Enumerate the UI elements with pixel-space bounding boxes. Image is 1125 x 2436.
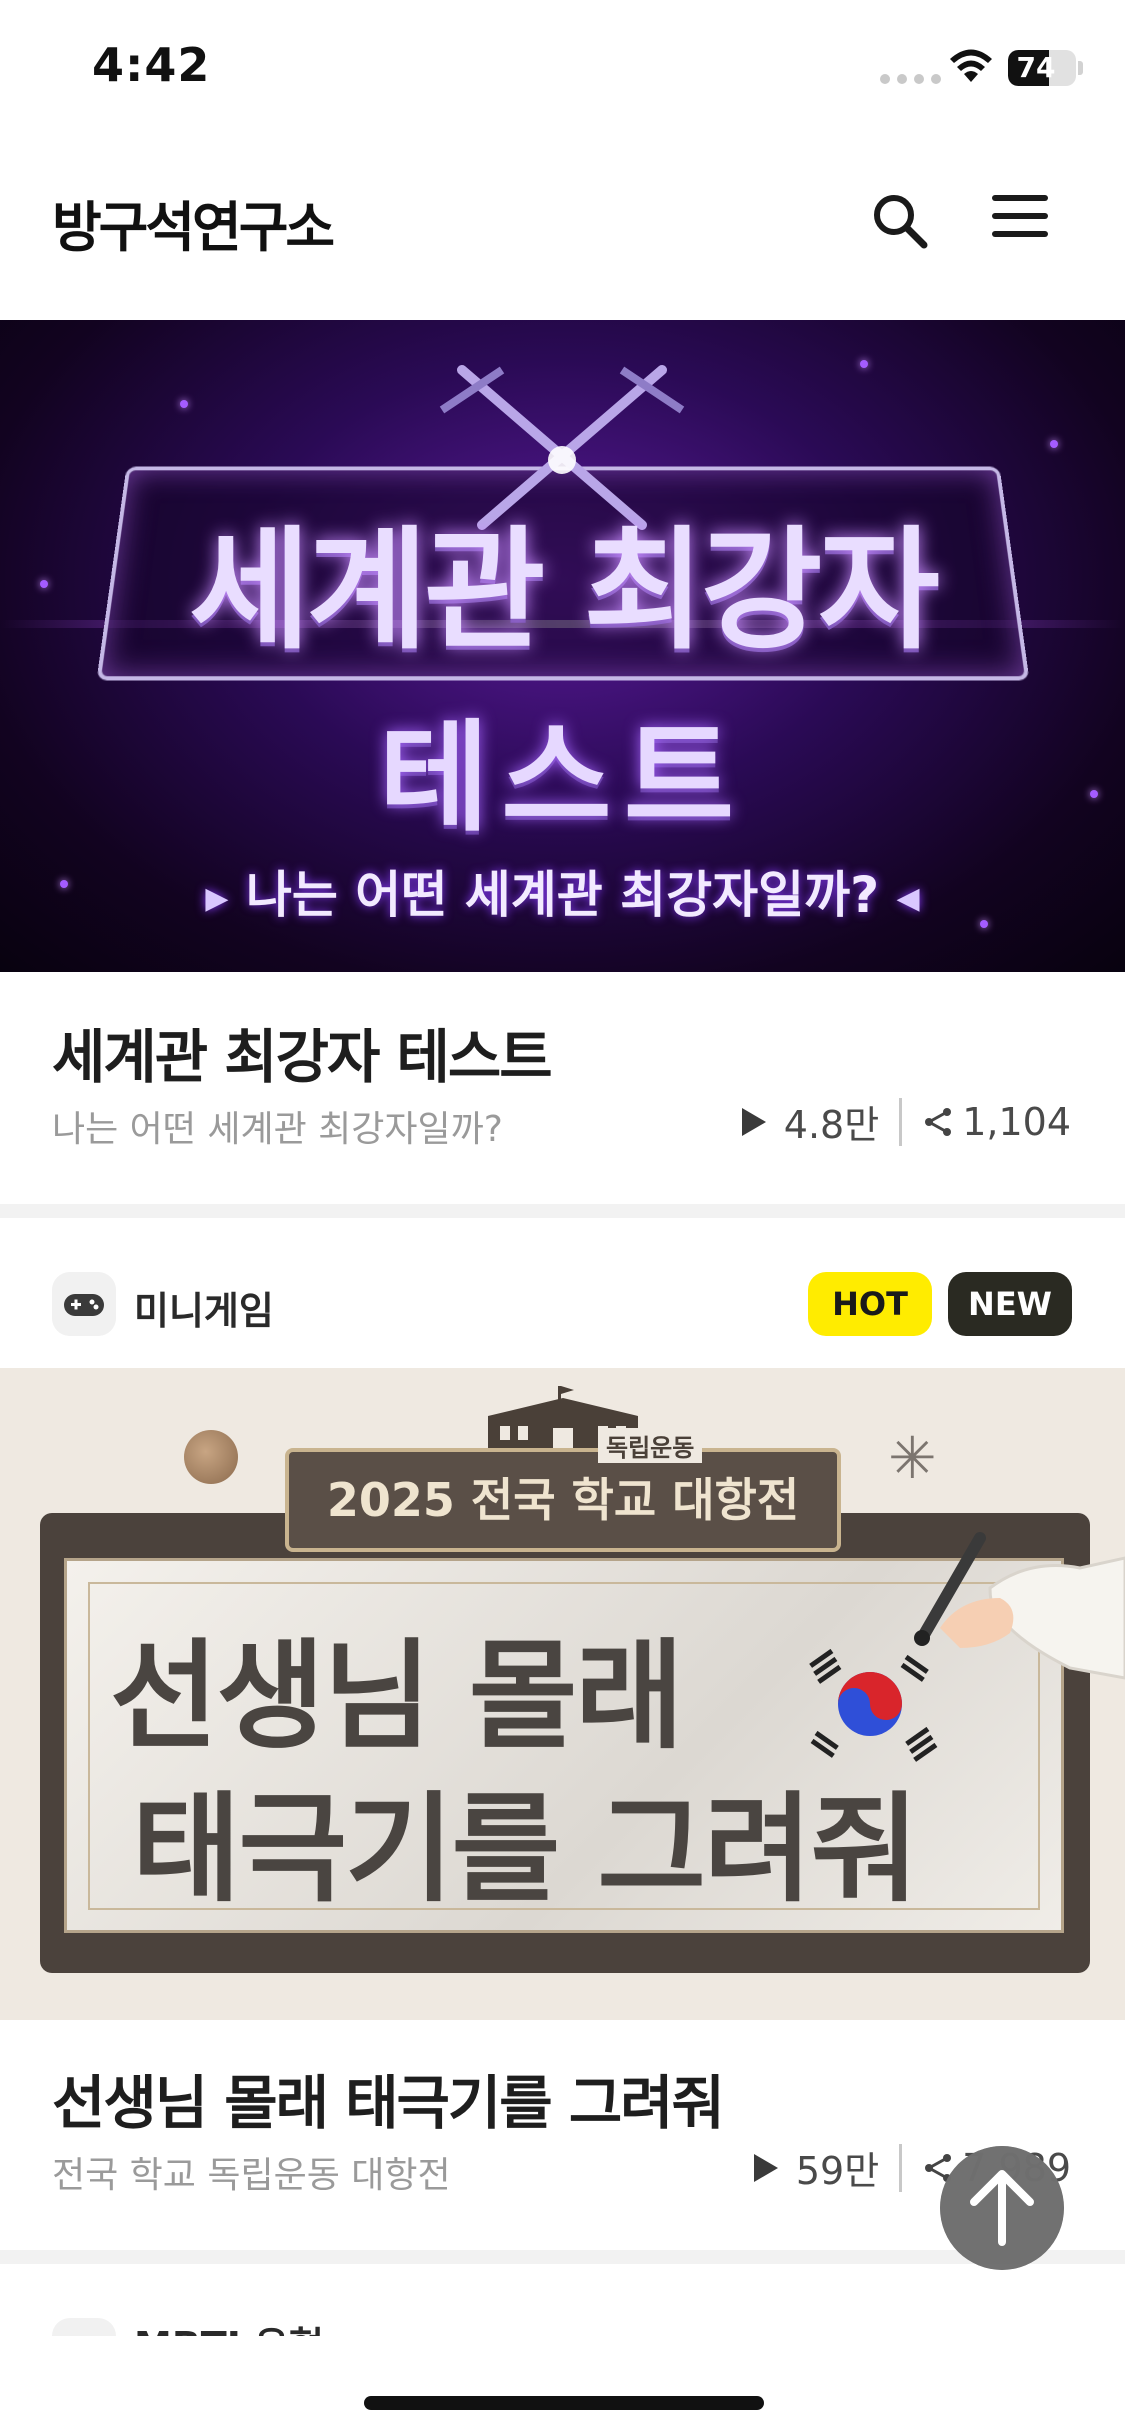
category-row: 미니게임 HOT NEW bbox=[0, 1268, 1125, 1338]
home-indicator[interactable] bbox=[364, 2396, 764, 2410]
play-icon bbox=[742, 1108, 766, 1136]
banner-title-sub: 테스트 bbox=[0, 680, 1125, 854]
category-label[interactable]: 미니게임 bbox=[134, 1280, 274, 1335]
app-logo[interactable]: 방구석연구소 bbox=[52, 183, 332, 262]
card-stats: 4.8만 1,104 bbox=[742, 1094, 1071, 1149]
banner-tagline: ▶ 나는 어떤 세계관 최강자일까? ◀ bbox=[0, 855, 1125, 927]
banner-headline-1: 선생님 몰래 bbox=[110, 1600, 682, 1771]
wifi-icon bbox=[948, 48, 994, 84]
triangle-left-icon: ◀ bbox=[897, 881, 920, 916]
status-time: 4:42 bbox=[92, 38, 210, 92]
play-count: 4.8만 bbox=[784, 1094, 879, 1149]
banner-ribbon: 2025 전국 학교 대항전 bbox=[285, 1448, 841, 1552]
search-icon[interactable] bbox=[868, 189, 932, 253]
cellular-signal-icon bbox=[880, 74, 941, 84]
share-count: 1,104 bbox=[962, 1100, 1071, 1144]
card-subtitle: 나는 어떤 세계관 최강자일까? bbox=[52, 1100, 503, 1152]
new-badge: NEW bbox=[948, 1272, 1072, 1336]
banner-tagline-text: 나는 어떤 세계관 최강자일까? bbox=[246, 866, 879, 924]
moon-icon bbox=[184, 1430, 238, 1484]
scroll-to-top-button[interactable] bbox=[940, 2146, 1064, 2270]
card-subtitle: 전국 학교 독립운동 대항전 bbox=[52, 2146, 451, 2198]
card-title[interactable]: 세계관 최강자 테스트 bbox=[52, 1010, 551, 1094]
banner-headline-2: 태극기를 그려줘 bbox=[132, 1753, 917, 1924]
card-title[interactable]: 선생님 몰래 태극기를 그려줘 bbox=[52, 2056, 723, 2140]
bottom-safe-area bbox=[0, 2336, 1125, 2436]
stats-divider bbox=[899, 1098, 902, 1146]
share-icon[interactable] bbox=[922, 1106, 954, 1138]
battery-icon: 74 bbox=[1008, 50, 1076, 86]
star-icon: ✳ bbox=[888, 1424, 937, 1492]
hot-badge: HOT bbox=[808, 1272, 932, 1336]
status-bar: 4:42 74 bbox=[0, 0, 1125, 140]
hand-with-brush-icon bbox=[880, 1518, 1125, 1698]
banner-title: 세계관 최강자 bbox=[0, 484, 1125, 675]
stats-divider bbox=[899, 2144, 902, 2192]
battery-cap bbox=[1078, 61, 1083, 75]
hamburger-menu-icon[interactable] bbox=[992, 195, 1052, 245]
play-count: 59만 bbox=[796, 2140, 879, 2195]
section-divider bbox=[0, 1204, 1125, 1218]
app-header: 방구석연구소 bbox=[0, 165, 1125, 275]
gamepad-icon bbox=[52, 1272, 116, 1336]
feature-banner-flag-drawing[interactable]: ✳ 2025 전국 학교 대항전 독립운동 선생님 몰래 태극기를 그려줘 bbox=[0, 1368, 1125, 2020]
triangle-right-icon: ▶ bbox=[205, 881, 228, 916]
feature-banner-worldview-test[interactable]: 세계관 최강자 테스트 ▶ 나는 어떤 세계관 최강자일까? ◀ bbox=[0, 320, 1125, 972]
banner-ribbon-tag: 독립운동 bbox=[598, 1428, 702, 1463]
battery-percent: 74 bbox=[1008, 50, 1064, 86]
section-divider bbox=[0, 2250, 1125, 2264]
play-icon bbox=[754, 2154, 778, 2182]
